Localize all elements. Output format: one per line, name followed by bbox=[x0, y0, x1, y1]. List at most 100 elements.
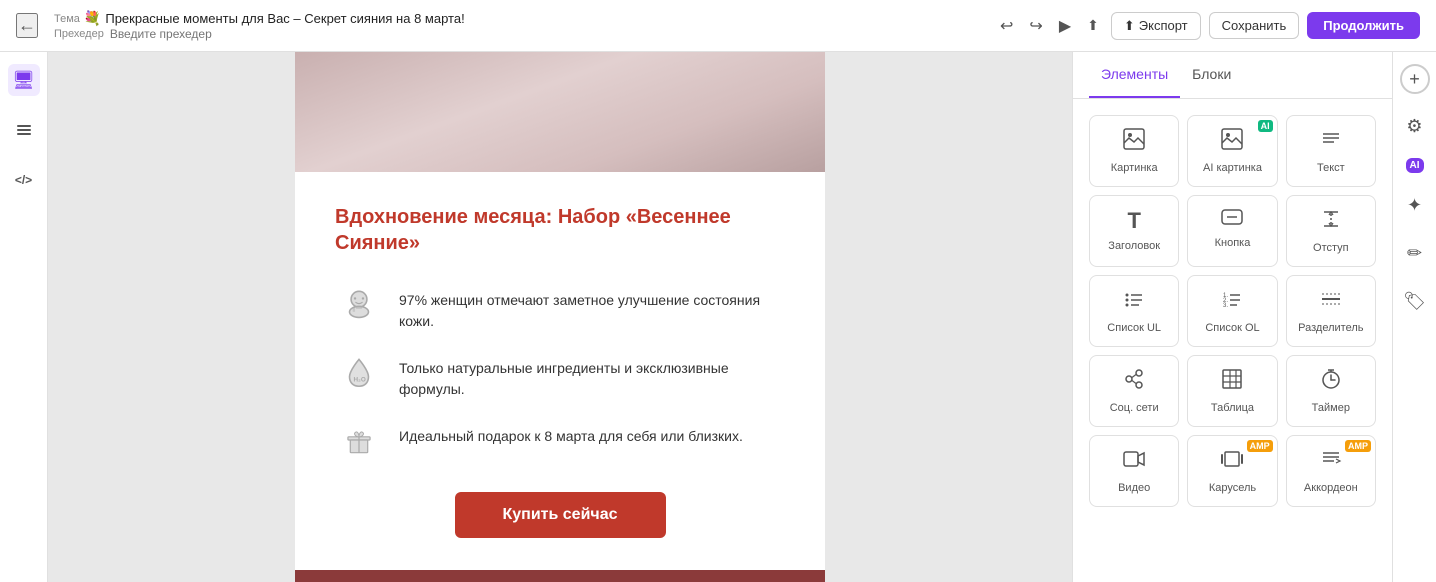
ul-element-card[interactable]: Список UL bbox=[1089, 275, 1179, 347]
email-footer: Belleza Glow ▷ Google Play ⌘ App Store О… bbox=[295, 570, 825, 582]
divider-element-card[interactable]: Разделитель bbox=[1286, 275, 1376, 347]
divider-card-icon bbox=[1320, 288, 1342, 316]
tab-blocks[interactable]: Блоки bbox=[1180, 52, 1243, 98]
text-card-label: Текст bbox=[1317, 162, 1345, 174]
buy-button[interactable]: Купить сейчас bbox=[455, 492, 666, 538]
svg-text:3.: 3. bbox=[1223, 303, 1228, 309]
ai-label[interactable]: AI bbox=[1406, 158, 1424, 173]
undo-button[interactable]: ↩ bbox=[996, 12, 1017, 40]
ai-image-card-label: AI картинка bbox=[1203, 162, 1262, 174]
timer-element-card[interactable]: Таймер bbox=[1286, 355, 1376, 427]
email-body: Вдохновение месяца: Набор «Весеннее Сиян… bbox=[295, 172, 825, 570]
social-card-icon bbox=[1123, 368, 1145, 396]
spacer-element-card[interactable]: Отступ bbox=[1286, 195, 1376, 267]
carousel-element-card[interactable]: AMP Карусель bbox=[1187, 435, 1277, 507]
video-card-icon bbox=[1123, 448, 1145, 476]
text-element-card[interactable]: Текст bbox=[1286, 115, 1376, 187]
export-label: Экспорт bbox=[1139, 18, 1188, 33]
feature-list: 97% женщин отмечают заметное улучшение с… bbox=[335, 280, 785, 464]
carousel-card-label: Карусель bbox=[1209, 482, 1256, 494]
social-card-label: Соц. сети bbox=[1110, 402, 1159, 414]
ul-card-label: Список UL bbox=[1107, 322, 1161, 334]
ai-badge: AI bbox=[1258, 120, 1273, 132]
gift-icon bbox=[335, 416, 383, 464]
video-element-card[interactable]: Видео bbox=[1089, 435, 1179, 507]
main-area: 🖥 </> Вдохновение месяца: Набор «Весенне… bbox=[0, 52, 1436, 582]
email-title: Прекрасные моменты для Вас – Секрет сиян… bbox=[105, 11, 464, 26]
feature-text-1: 97% женщин отмечают заметное улучшение с… bbox=[399, 280, 785, 332]
text-card-icon bbox=[1320, 128, 1342, 156]
amp-badge-accordion: AMP bbox=[1345, 440, 1371, 452]
right-panel: Элементы Блоки Картинка AI AI картинка bbox=[1072, 52, 1392, 582]
sidebar-layers-icon[interactable] bbox=[8, 114, 40, 146]
topbar-actions: ↩ ↪ ▶ ⬆ ⬆ Экспорт Сохранить Продолжить bbox=[996, 12, 1420, 40]
button-card-label: Кнопка bbox=[1215, 237, 1251, 249]
preheader-input[interactable] bbox=[110, 27, 310, 41]
image-card-label: Картинка bbox=[1111, 162, 1158, 174]
tag-icon[interactable]: 🏷 bbox=[1399, 285, 1431, 317]
canvas-area: Вдохновение месяца: Набор «Весеннее Сиян… bbox=[48, 52, 1072, 582]
spacer-card-icon bbox=[1320, 208, 1342, 236]
save-button[interactable]: Сохранить bbox=[1209, 12, 1300, 39]
accordion-card-icon bbox=[1320, 448, 1342, 476]
tema-label: Тема bbox=[54, 13, 80, 25]
heading-card-label: Заголовок bbox=[1108, 240, 1160, 252]
ai-image-card-icon bbox=[1221, 128, 1243, 156]
edit-icon[interactable]: ✏ bbox=[1399, 237, 1431, 269]
ol-card-icon: 1.2.3. bbox=[1221, 288, 1243, 316]
carousel-card-icon bbox=[1221, 448, 1243, 476]
list-item: H₂O Только натуральные ингредиенты и экс… bbox=[335, 348, 785, 400]
preheader-label: Прехедер bbox=[54, 28, 104, 40]
divider-card-label: Разделитель bbox=[1298, 322, 1363, 334]
amp-badge-carousel: AMP bbox=[1247, 440, 1273, 452]
ol-element-card[interactable]: 1.2.3. Список OL bbox=[1187, 275, 1277, 347]
email-hero-image bbox=[295, 52, 825, 172]
list-item: Идеальный подарок к 8 марта для себя или… bbox=[335, 416, 785, 464]
svg-text:H₂O: H₂O bbox=[353, 377, 365, 384]
ai-image-element-card[interactable]: AI AI картинка bbox=[1187, 115, 1277, 187]
heading-element-card[interactable]: T Заголовок bbox=[1089, 195, 1179, 267]
table-card-label: Таблица bbox=[1211, 402, 1254, 414]
feature-text-3: Идеальный подарок к 8 марта для себя или… bbox=[399, 416, 743, 447]
email-canvas: Вдохновение месяца: Набор «Весеннее Сиян… bbox=[295, 52, 825, 582]
timer-card-label: Таймер bbox=[1312, 402, 1350, 414]
add-element-button[interactable]: + bbox=[1400, 64, 1430, 94]
redo-button[interactable]: ↪ bbox=[1025, 12, 1046, 40]
sidebar-code-icon[interactable]: </> bbox=[8, 164, 40, 196]
list-item: 97% женщин отмечают заметное улучшение с… bbox=[335, 280, 785, 332]
heading-card-icon: T bbox=[1127, 208, 1140, 234]
image-element-card[interactable]: Картинка bbox=[1089, 115, 1179, 187]
sidebar-monitor-icon[interactable]: 🖥 bbox=[8, 64, 40, 96]
tema-emoji: 💐 bbox=[84, 10, 101, 27]
timer-card-icon bbox=[1320, 368, 1342, 396]
social-element-card[interactable]: Соц. сети bbox=[1089, 355, 1179, 427]
export-icon: ⬆ bbox=[1124, 18, 1135, 34]
button-card-icon bbox=[1221, 208, 1243, 231]
image-card-icon bbox=[1123, 128, 1145, 156]
far-right-sidebar: + ⚙ AI ✦ ✏ 🏷 bbox=[1392, 52, 1436, 582]
settings-icon[interactable]: ⚙ bbox=[1399, 110, 1431, 142]
tab-elements[interactable]: Элементы bbox=[1089, 52, 1180, 98]
topbar: ← Тема 💐 Прекрасные моменты для Вас – Се… bbox=[0, 0, 1436, 52]
ul-card-icon bbox=[1123, 288, 1145, 316]
buy-button-wrap: Купить сейчас bbox=[335, 492, 785, 538]
upload-button[interactable]: ⬆ bbox=[1083, 13, 1103, 38]
elements-grid: Картинка AI AI картинка Текст T Заго bbox=[1073, 99, 1392, 523]
topbar-meta: Тема 💐 Прекрасные моменты для Вас – Секр… bbox=[54, 10, 980, 41]
left-sidebar: 🖥 </> bbox=[0, 52, 48, 582]
video-card-label: Видео bbox=[1118, 482, 1150, 494]
accordion-element-card[interactable]: AMP Аккордеон bbox=[1286, 435, 1376, 507]
right-panel-tabs: Элементы Блоки bbox=[1073, 52, 1392, 99]
continue-button[interactable]: Продолжить bbox=[1307, 12, 1420, 39]
water-icon: H₂O bbox=[335, 348, 383, 396]
email-heading: Вдохновение месяца: Набор «Весеннее Сиян… bbox=[335, 204, 785, 256]
table-element-card[interactable]: Таблица bbox=[1187, 355, 1277, 427]
ol-card-label: Список OL bbox=[1205, 322, 1259, 334]
button-element-card[interactable]: Кнопка bbox=[1187, 195, 1277, 267]
send-button[interactable]: ▶ bbox=[1055, 12, 1075, 40]
feature-text-2: Только натуральные ингредиенты и эксклюз… bbox=[399, 348, 785, 400]
sparkle-icon[interactable]: ✦ bbox=[1399, 189, 1431, 221]
back-button[interactable]: ← bbox=[16, 13, 38, 38]
accordion-card-label: Аккордеон bbox=[1304, 482, 1358, 494]
export-button[interactable]: ⬆ Экспорт bbox=[1111, 12, 1201, 40]
